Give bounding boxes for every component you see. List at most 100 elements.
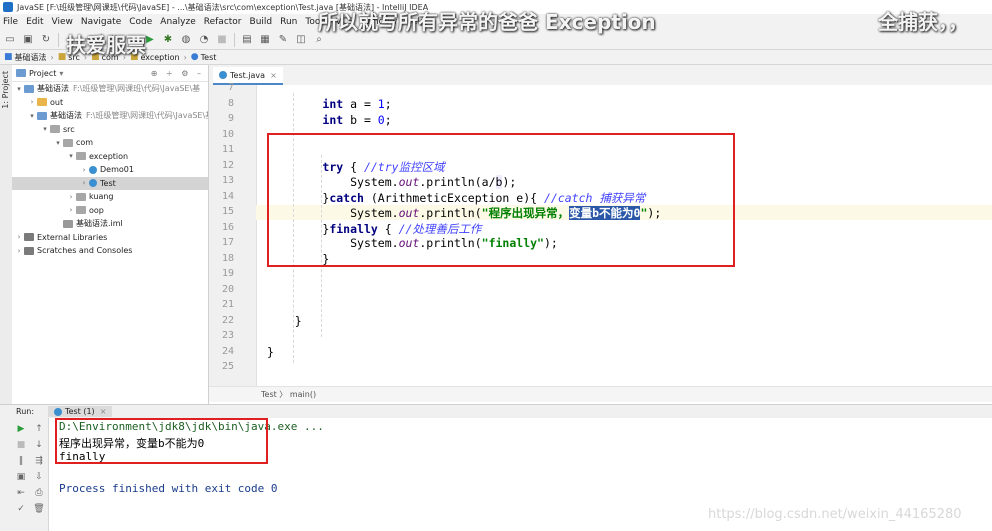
folder-icon (50, 125, 60, 133)
stop-icon[interactable]: ■ (216, 34, 228, 46)
menu-refactor[interactable]: Refactor (204, 17, 242, 27)
trash-icon[interactable]: 🗑 (33, 504, 44, 514)
line-number: 25 (221, 361, 234, 372)
code-text: ; (384, 97, 392, 111)
tree-item-label: kuang (89, 192, 114, 201)
chevron-right-icon[interactable]: › (79, 179, 89, 187)
tree-item[interactable]: › External Libraries (12, 231, 208, 244)
sync-icon[interactable]: ↻ (40, 34, 52, 46)
line-number: 14 (221, 190, 234, 202)
breadcrumb-label: Test (200, 52, 217, 62)
code-editor[interactable]: 7 8 9 10 11 12 13 14 15 16 17 18 19 20 21 22 23 24 25 int … (209, 82, 992, 386)
tree-item-label: oop (89, 205, 104, 215)
menu-edit[interactable]: Edit (26, 17, 43, 27)
close-icon[interactable]: × (100, 407, 107, 416)
profile-icon[interactable]: ◔ (198, 34, 210, 46)
pause-icon[interactable]: ‖ (16, 456, 26, 466)
subtitle-left: 扶爱服票 (66, 33, 146, 57)
keyword: int (322, 97, 344, 111)
chevron-right-icon[interactable]: › (27, 98, 37, 106)
tree-item[interactable]: › Demo01 (12, 163, 208, 176)
menu-build[interactable]: Build (250, 17, 273, 27)
menu-analyze[interactable]: Analyze (160, 17, 195, 27)
tab-test-java[interactable]: Test.java × (213, 67, 283, 85)
print-icon[interactable]: ⎙ (34, 488, 44, 498)
code-line-22: } (267, 314, 302, 328)
tree-item[interactable]: ▾ 基础语法 F:\班级管理\网课班\代码\JavaSE\基 (12, 82, 208, 95)
chevron-down-icon[interactable]: ▾ (40, 125, 50, 133)
chevron-right-icon[interactable]: › (66, 193, 76, 201)
class-icon (54, 407, 63, 416)
close-icon[interactable]: × (270, 71, 277, 80)
menu-file[interactable]: File (3, 17, 18, 27)
menu-code[interactable]: Code (129, 17, 152, 27)
tree-item[interactable]: ▾ exception (12, 150, 208, 163)
tree-item[interactable]: 基础语法.iml (12, 217, 208, 230)
scroll-to-end-icon[interactable]: ⇩ (34, 472, 44, 482)
chevron-right-icon[interactable]: › (14, 233, 24, 241)
module-settings-icon[interactable]: ◫ (295, 34, 307, 46)
stop-icon[interactable]: ■ (16, 440, 26, 450)
open-folder-icon[interactable]: ▭ (4, 34, 16, 46)
search-icon[interactable]: ⌕ (313, 34, 325, 46)
down-arrow-icon[interactable]: ↓ (34, 440, 44, 450)
folder-icon (76, 152, 86, 160)
tree-item[interactable]: › out (12, 96, 208, 109)
soft-wrap-icon[interactable]: ⇶ (34, 456, 44, 466)
code-text: ; (384, 113, 392, 127)
tree-item[interactable]: › Test (12, 176, 208, 190)
pin-icon[interactable]: ✓ (16, 504, 26, 514)
settings-icon[interactable]: ▦ (259, 34, 271, 46)
project-structure-icon[interactable]: ▤ (241, 34, 253, 46)
tree-item[interactable]: › Scratches and Consoles (12, 244, 208, 257)
line-number: 17 (221, 237, 234, 248)
editor-breadcrumb-text[interactable]: Test 〉 main() (261, 389, 316, 400)
code-text: b = (343, 113, 378, 127)
breadcrumb-test[interactable]: ● Test (191, 52, 217, 62)
up-arrow-icon[interactable]: ↑ (34, 424, 44, 434)
tree-item[interactable]: ▾ com (12, 136, 208, 149)
dump-threads-icon[interactable]: ▣ (16, 472, 26, 482)
save-all-icon[interactable]: ▣ (22, 34, 34, 46)
line-number: 10 (221, 128, 234, 140)
project-panel-header: Project ▾ ⊕ ÷ ⚙ – (12, 65, 208, 82)
tree-item-label: out (50, 97, 64, 107)
tree-item[interactable]: ▾ 基础语法 F:\班级管理\网课班\代码\JavaSE\基 (12, 109, 208, 122)
tree-item-label: com (76, 138, 94, 147)
chevron-right-icon[interactable]: › (66, 206, 76, 214)
project-tool-tab[interactable]: 1: Project (1, 71, 10, 109)
menu-run[interactable]: Run (280, 17, 297, 27)
tree-item[interactable]: › oop (12, 204, 208, 217)
chevron-right-icon[interactable]: › (79, 166, 89, 174)
chevron-down-icon[interactable]: ▾ (14, 85, 24, 93)
coverage-icon[interactable]: ◍ (180, 34, 192, 46)
breadcrumb-module[interactable]: ■ 基础语法 › (4, 52, 54, 63)
tree-item[interactable]: › kuang (12, 190, 208, 203)
line-number: 9 (227, 113, 234, 124)
subtitle-right: 全捕获，， (878, 10, 968, 34)
tree-item-label: External Libraries (37, 232, 108, 242)
code-text: } (267, 345, 274, 359)
project-panel-title[interactable]: Project (29, 69, 56, 78)
tree-item[interactable]: ▾ src (12, 123, 208, 136)
chevron-right-icon[interactable]: › (14, 247, 24, 255)
line-number: 23 (221, 330, 234, 341)
line-number: 18 (221, 252, 234, 264)
project-icon (16, 69, 26, 77)
chevron-down-icon[interactable]: ▾ (59, 69, 63, 78)
menu-view[interactable]: View (52, 17, 73, 27)
rerun-icon[interactable]: ▶ (16, 424, 26, 434)
toolbar-separator (234, 32, 235, 47)
wrench-icon[interactable]: ✎ (277, 34, 289, 46)
chevron-down-icon[interactable]: ▾ (53, 139, 63, 147)
chevron-down-icon[interactable]: ▾ (66, 152, 76, 160)
highlight-box-output (55, 418, 268, 464)
class-icon: ● (190, 52, 199, 62)
exit-icon[interactable]: ⇤ (16, 488, 26, 498)
chevron-down-icon[interactable]: ▾ (27, 112, 37, 120)
run-tab-test[interactable]: Test (1) × (48, 406, 113, 417)
tree-item-label: Demo01 (100, 165, 134, 174)
debug-icon[interactable]: ✱ (162, 34, 174, 46)
menu-navigate[interactable]: Navigate (81, 17, 121, 27)
panel-actions-icon[interactable]: ⊕ ÷ ⚙ – (151, 69, 204, 78)
